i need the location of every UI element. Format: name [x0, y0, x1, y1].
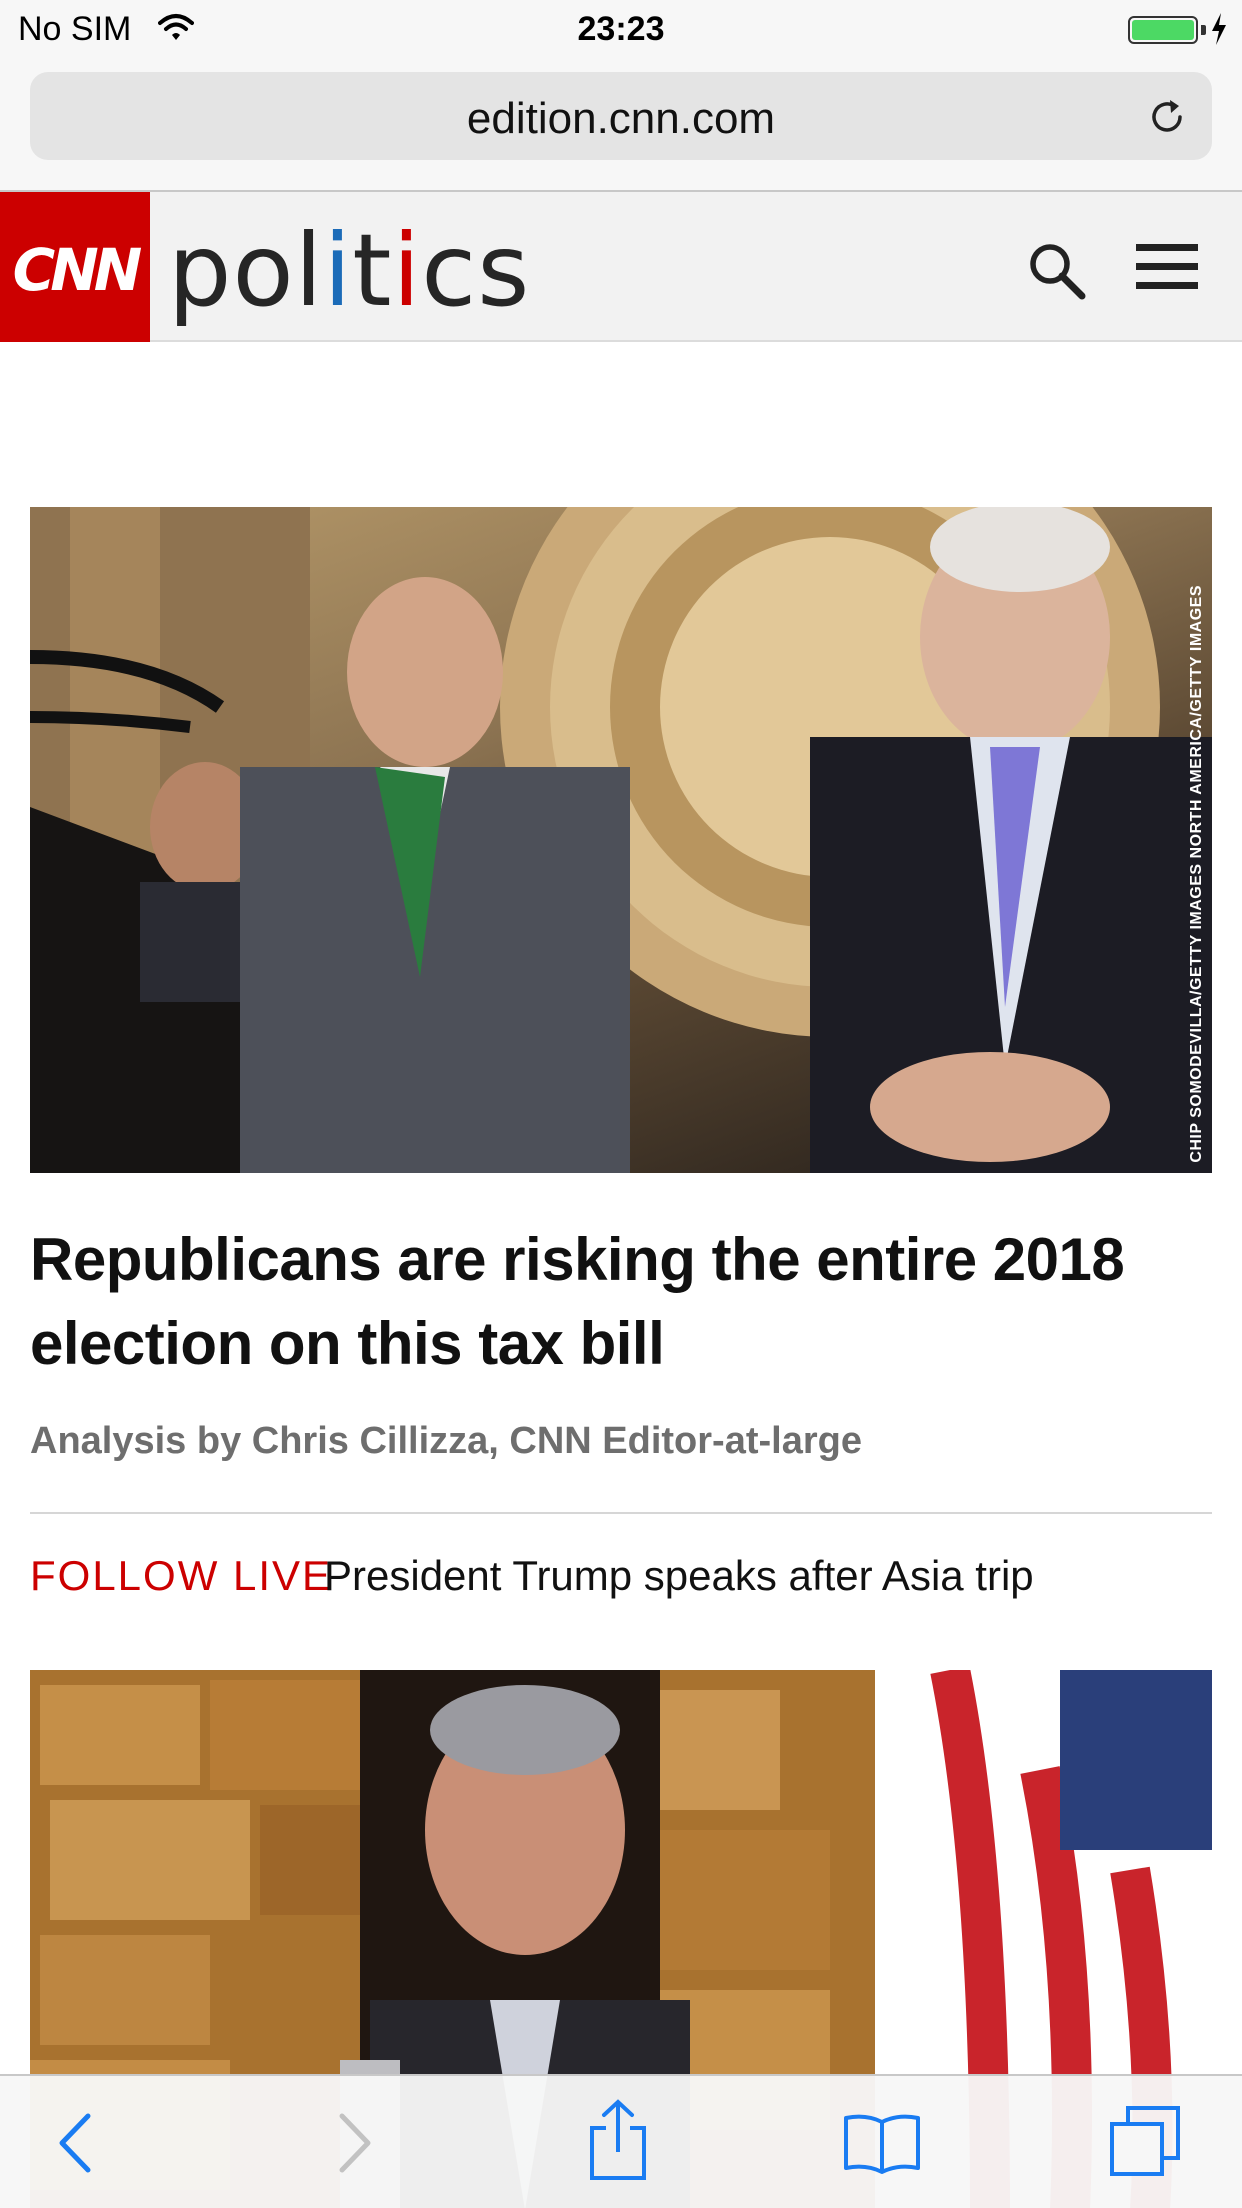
section-title[interactable]: politics	[168, 212, 530, 329]
photo-credit: CHIP SOMODEVILLA/GETTY IMAGES NORTH AMER…	[1188, 585, 1205, 1163]
section-title-part: cs	[421, 212, 531, 329]
back-icon[interactable]	[56, 2112, 96, 2174]
cnn-logo[interactable]: CNN	[0, 192, 150, 342]
search-icon[interactable]	[1024, 238, 1088, 302]
section-title-part: i	[323, 212, 353, 329]
battery-tip	[1201, 25, 1206, 35]
clock: 23:23	[577, 10, 665, 48]
share-icon[interactable]	[588, 2098, 648, 2180]
section-title-part: pol	[168, 212, 324, 329]
section-title-part: t	[352, 212, 393, 329]
follow-live-label[interactable]: FOLLOW LIVE	[30, 1552, 332, 1600]
battery-icon	[1128, 16, 1198, 44]
menu-icon[interactable]	[1136, 242, 1198, 292]
url-text[interactable]: edition.cnn.com	[30, 94, 1212, 144]
charging-icon	[1212, 13, 1226, 45]
site-header: CNN politics	[0, 192, 1242, 342]
reload-icon[interactable]	[1144, 94, 1190, 140]
cnn-logo-text: CNN	[12, 236, 143, 304]
status-bar: No SIM 23:23	[0, 0, 1242, 60]
divider	[30, 1512, 1212, 1514]
section-title-part: i	[392, 212, 422, 329]
follow-live-headline[interactable]: President Trump speaks after Asia trip	[324, 1552, 1034, 1600]
url-bar[interactable]: edition.cnn.com	[30, 72, 1212, 160]
forward-icon[interactable]	[334, 2112, 374, 2174]
hero-photo	[30, 507, 1212, 1173]
browser-toolbar	[0, 2074, 1242, 2208]
battery-level	[1132, 20, 1194, 40]
browser-address-area: edition.cnn.com	[0, 60, 1242, 192]
tabs-icon[interactable]	[1108, 2104, 1182, 2178]
hero-image[interactable]: CHIP SOMODEVILLA/GETTY IMAGES NORTH AMER…	[30, 507, 1212, 1173]
bookmarks-icon[interactable]	[842, 2112, 922, 2174]
byline[interactable]: Analysis by Chris Cillizza, CNN Editor-a…	[30, 1420, 862, 1463]
hero-headline[interactable]: Republicans are risking the entire 2018 …	[30, 1218, 1212, 1386]
